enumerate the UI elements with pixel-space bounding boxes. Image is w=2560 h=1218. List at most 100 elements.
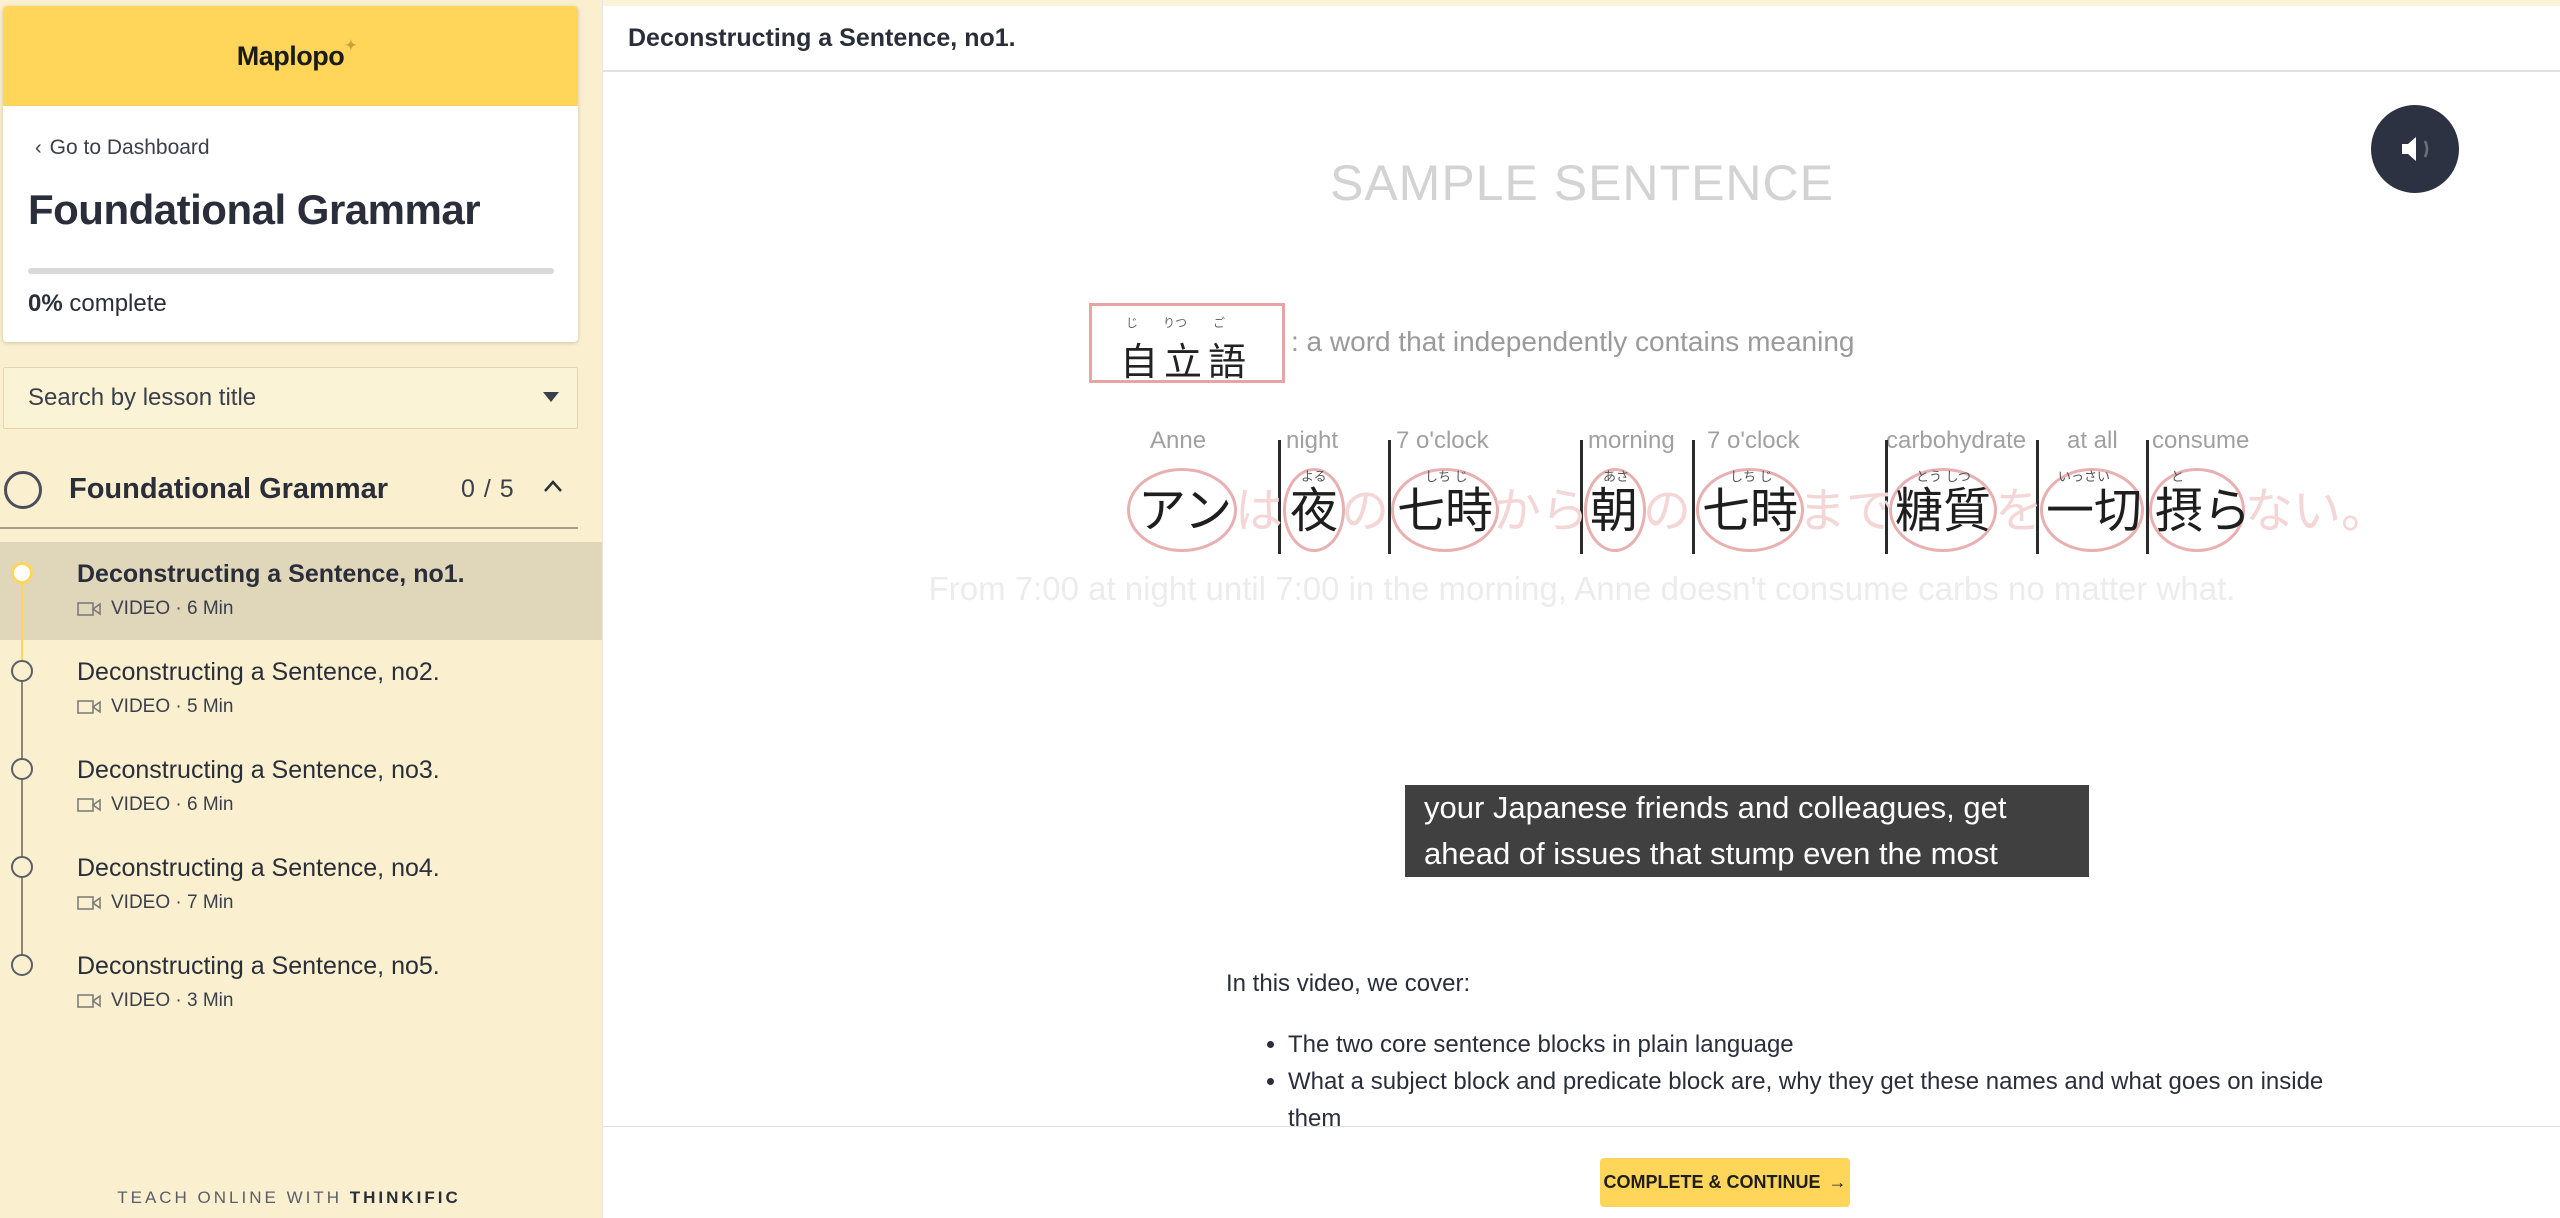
lesson-topbar: Deconstructing a Sentence, no1. (603, 6, 2560, 72)
description-intro: In this video, we cover: (1226, 970, 1471, 997)
chevron-up-icon[interactable] (543, 477, 563, 497)
jp-particle: まで (1798, 483, 1895, 539)
term-box: じ りつ ご 自 立 語 (1089, 303, 1285, 384)
jp-particle: ない。 (2245, 483, 2390, 539)
lesson-item-4[interactable]: Deconstructing a Sentence, no4. VIDEO · … (0, 836, 602, 954)
block-separator (2146, 440, 2149, 554)
timeline-connector (21, 878, 23, 954)
chapter-title: Foundational Grammar (69, 473, 389, 505)
gloss-label: carbohydrate (1886, 427, 2027, 454)
lesson-meta-text: VIDEO · 5 Min (111, 696, 234, 717)
lesson-meta-text: VIDEO · 6 Min (111, 794, 234, 815)
chapter-lesson-count: 0 / 5 (461, 475, 515, 503)
arrow-right-icon: → (1828, 1172, 1847, 1192)
caption-line-2: ahead of issues that stump even the most (1424, 836, 1998, 871)
video-camera-icon (77, 798, 101, 812)
lesson-status-circle-icon (11, 856, 33, 878)
term-definition: : a word that independently contains mea… (1291, 326, 1855, 357)
gloss-label: Anne (1150, 427, 1207, 454)
lesson-meta: VIDEO · 6 Min (77, 598, 233, 620)
jp-particle: を (1995, 483, 2044, 539)
go-to-dashboard-link[interactable]: ‹ Go to Dashboard (35, 136, 210, 160)
jp-word: 糖質 (1895, 483, 1992, 539)
term-furigana-3: ご (1213, 316, 1226, 330)
video-camera-icon (77, 994, 101, 1008)
footer-brand-name: THINKIFIC (349, 1188, 461, 1207)
video-caption: your Japanese friends and colleagues, ge… (1405, 785, 2089, 877)
jp-particle: は (1235, 483, 1284, 539)
lesson-title: Deconstructing a Sentence, no3. (77, 756, 440, 784)
lesson-item-1[interactable]: Deconstructing a Sentence, no1. VIDEO · … (0, 542, 602, 660)
gloss-label: night (1286, 427, 1339, 454)
term-furigana-1: じ (1126, 316, 1139, 330)
jp-particle: の (1643, 483, 1692, 539)
lesson-meta: VIDEO · 7 Min (77, 892, 233, 914)
progress-suffix: complete (62, 290, 167, 317)
complete-button-label: COMPLETE & CONTINUE (1603, 1172, 1821, 1192)
jp-particle: の (1341, 483, 1390, 539)
caret-down-icon (543, 392, 559, 402)
lesson-title: Deconstructing a Sentence, no2. (77, 658, 440, 686)
chapter-status-circle-icon (4, 471, 42, 509)
lesson-meta: VIDEO · 6 Min (77, 794, 233, 816)
lamp-icon: ✦ (345, 36, 357, 53)
lesson-footer-bar: COMPLETE & CONTINUE → (603, 1126, 2560, 1218)
lesson-item-2[interactable]: Deconstructing a Sentence, no2. VIDEO · … (0, 640, 602, 758)
lesson-status-circle-icon (11, 660, 33, 682)
jp-particle: から (1493, 483, 1590, 539)
footer-brand-link[interactable]: TEACH ONLINE WITH THINKIFIC (0, 1188, 578, 1208)
progress-bar (28, 268, 554, 274)
list-item: The two core sentence blocks in plain la… (1288, 1026, 2346, 1063)
course-title: Foundational Grammar (28, 186, 481, 233)
dashboard-link-label: Go to Dashboard (49, 136, 210, 159)
caption-line-1: your Japanese friends and colleagues, ge… (1424, 790, 2007, 825)
lesson-item-5[interactable]: Deconstructing a Sentence, no5. VIDEO · … (0, 934, 602, 1032)
gloss-label: morning (1588, 427, 1675, 454)
chapter-header[interactable]: Foundational Grammar 0 / 5 (0, 455, 578, 529)
timeline-connector (21, 780, 23, 856)
gloss-label: 7 o'clock (1396, 427, 1489, 454)
lesson-meta: VIDEO · 5 Min (77, 696, 233, 718)
lesson-heading: Deconstructing a Sentence, no1. (628, 24, 1016, 52)
course-card: Maplopo ✦ ‹ Go to Dashboard Foundational … (3, 6, 578, 342)
jp-word: 七時 (1397, 483, 1494, 539)
complete-and-continue-button[interactable]: COMPLETE & CONTINUE → (1600, 1158, 1850, 1207)
sentence-translation: From 7:00 at night until 7:00 in the mor… (928, 570, 2236, 607)
video-player[interactable]: SAMPLE SENTENCE じ りつ ご 自 立 語 : a word th… (603, 74, 2560, 974)
term-kanji-3: 語 (1208, 340, 1247, 384)
lesson-description: In this video, we cover: The two core se… (1226, 970, 2346, 1137)
lesson-title: Deconstructing a Sentence, no1. (77, 560, 465, 588)
jp-word: 朝 (1590, 483, 1639, 539)
gloss-label: consume (2152, 427, 2250, 454)
lesson-meta-text: VIDEO · 7 Min (111, 892, 234, 913)
lesson-search-select[interactable]: Search by lesson title (3, 367, 578, 429)
brand-logo[interactable]: Maplopo ✦ (237, 37, 357, 72)
progress-value: 0% (28, 290, 63, 317)
gloss-label: at all (2067, 427, 2118, 454)
jp-word: アン (1138, 483, 1233, 539)
term-kanji-2: 立 (1164, 340, 1203, 384)
logo-band: Maplopo ✦ (3, 6, 578, 106)
lesson-meta: VIDEO · 3 Min (77, 990, 233, 1012)
progress-text: 0% complete (28, 290, 167, 318)
timeline-connector (21, 682, 23, 758)
lesson-status-circle-icon (11, 954, 33, 976)
sidebar: Maplopo ✦ ‹ Go to Dashboard Foundational … (0, 0, 602, 1218)
lesson-title: Deconstructing a Sentence, no4. (77, 854, 440, 882)
lesson-status-circle-icon (11, 758, 33, 780)
lesson-item-3[interactable]: Deconstructing a Sentence, no3. VIDEO · … (0, 738, 602, 856)
video-camera-icon (77, 700, 101, 714)
search-placeholder: Search by lesson title (28, 384, 257, 411)
jp-word: 七時 (1702, 483, 1799, 539)
timeline-connector (21, 584, 23, 660)
description-bullets: The two core sentence blocks in plain la… (1226, 1026, 2346, 1137)
lesson-meta-text: VIDEO · 6 Min (111, 598, 234, 619)
gloss-label: 7 o'clock (1707, 427, 1800, 454)
term-kanji-1: 自 (1120, 340, 1159, 384)
block-separator (1692, 440, 1695, 554)
lesson-list: Deconstructing a Sentence, no1. VIDEO · … (0, 542, 602, 1032)
lesson-title: Deconstructing a Sentence, no5. (77, 952, 440, 980)
chevron-left-icon: ‹ (35, 136, 42, 159)
jp-word: 摂ら (2155, 483, 2252, 539)
jp-word: 一切 (2046, 483, 2143, 539)
